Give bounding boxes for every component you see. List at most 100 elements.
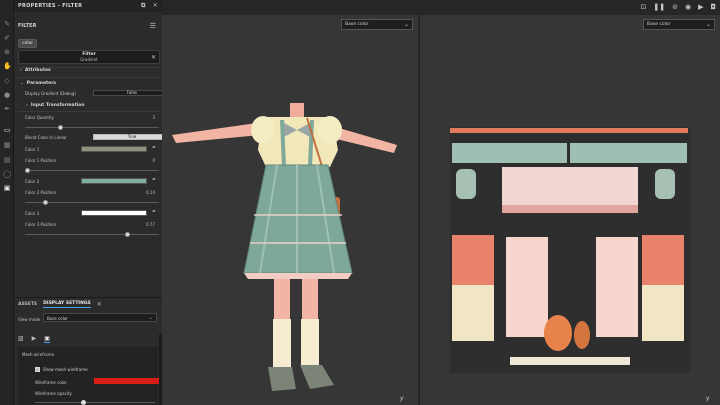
color-3-position-slider[interactable]	[25, 232, 159, 237]
color-2-position-slider[interactable]	[25, 200, 159, 205]
app-window: ✎ ✐ ⊕ ✋ ◇ ● ✒ ▭ ▦ ▤ ◯ ▣ PROPERTIES - FIL…	[0, 0, 720, 405]
channel-chip[interactable]: color	[18, 39, 38, 48]
viewer-icon[interactable]: ▣	[44, 335, 50, 343]
show-mesh-wireframe-label: Show mesh wireframe	[43, 367, 88, 372]
color-1-swatch[interactable]	[81, 146, 147, 152]
divider	[18, 111, 160, 112]
menu-icon[interactable]: ☰	[150, 22, 156, 30]
section-input-transformation[interactable]: › Input Transformation	[26, 103, 85, 108]
eyedropper-icon[interactable]: ✒	[152, 145, 156, 151]
color-3-swatch[interactable]	[81, 210, 147, 216]
display-settings-panel: ASSETS DISPLAY SETTINGS ✕ View mode Base…	[14, 297, 162, 405]
close-icon[interactable]: ✕	[153, 2, 158, 10]
filter-resource[interactable]: Filter Gradient ✕	[18, 50, 160, 64]
display-icon[interactable]: ⊡	[640, 3, 646, 11]
properties-panel: PROPERTIES - FILTER ⧉ ✕ FILTER ☰ color F…	[14, 0, 171, 297]
display-gradient-label: Display Gradient (Debug)	[25, 91, 76, 96]
undock-icon[interactable]: ⧉	[141, 2, 146, 10]
fill-icon[interactable]: ▤	[3, 156, 11, 164]
color-2-position-label: Color 2 Position	[25, 190, 57, 195]
section-attributes[interactable]: › Attributes	[20, 68, 51, 73]
slider-knob[interactable]	[25, 168, 30, 173]
chevron-right-icon: ›	[26, 103, 28, 108]
left-toolbar: ✎ ✐ ⊕ ✋ ◇ ● ✒ ▭ ▦ ▤ ◯ ▣	[0, 0, 14, 405]
layers-icon[interactable]: ▭	[3, 126, 11, 134]
color-3-label: Color 3	[25, 211, 40, 216]
pause-icon[interactable]: ❚❚	[653, 3, 665, 11]
slider-knob[interactable]	[43, 200, 49, 205]
environment-icon[interactable]: ▨	[18, 335, 24, 343]
remove-filter-icon[interactable]: ✕	[151, 54, 156, 61]
viewport-2d-channel-value: Base color	[647, 22, 671, 27]
bottom-tabs: ASSETS DISPLAY SETTINGS ✕	[14, 298, 162, 310]
wireframe-opacity-slider[interactable]	[35, 400, 155, 405]
pen-icon[interactable]: ✐	[3, 34, 11, 42]
slider-knob[interactable]	[125, 232, 131, 237]
viewport-toolbar: ⊡ ❚❚ ⊘ ◉ ▶ ◘	[162, 0, 720, 15]
video-icon[interactable]: ▶	[698, 3, 703, 11]
view-mode-label: View mode	[18, 317, 41, 322]
viewport-3d-channel-select[interactable]: Base color ⌄	[341, 19, 413, 30]
show-mesh-wireframe-checkbox[interactable]: ✓ Show mesh wireframe	[35, 367, 88, 372]
document-icon[interactable]: ▣	[3, 184, 11, 192]
slider-knob[interactable]	[81, 400, 87, 405]
section-label: Input Transformation	[30, 103, 85, 108]
color-2-swatch[interactable]	[81, 178, 147, 184]
brush-icon[interactable]: ✎	[3, 20, 11, 28]
eyedropper-icon[interactable]: ✒	[152, 177, 156, 183]
view-mode-select[interactable]: Base color ⌄	[43, 313, 157, 322]
section-parameters[interactable]: ⌄ Parameters	[20, 81, 56, 86]
section-label: Parameters	[26, 81, 57, 86]
wireframe-opacity-label: Wireframe opacity	[35, 391, 72, 396]
divider	[18, 77, 160, 78]
tab-assets[interactable]: ASSETS	[18, 302, 37, 307]
wireframe-color-label: Wireframe color	[35, 380, 67, 385]
tab-display-settings[interactable]: DISPLAY SETTINGS	[43, 301, 91, 308]
viewport-3d[interactable]: Base color ⌄ y	[162, 15, 418, 405]
material-icon[interactable]: ◉	[685, 3, 691, 11]
clone-icon[interactable]: ⊕	[3, 48, 11, 56]
filter-heading: FILTER	[18, 23, 37, 29]
axis-label: y	[706, 395, 710, 402]
color-1-label: Color 1	[25, 147, 40, 152]
viewport-2d[interactable]: Base color ⌄ y	[420, 15, 720, 405]
smudge-icon[interactable]: ✋	[3, 62, 12, 70]
axis-label: y	[400, 395, 404, 402]
blend-linear-toggle[interactable]: True	[93, 134, 171, 140]
uv-texture-map	[450, 127, 690, 373]
mesh-wireframe-group: Mesh wireframe ✓ Show mesh wireframe Wir…	[18, 347, 160, 405]
blend-linear-label: Blend Color In Linear	[25, 135, 67, 140]
view-mode-value: Base color	[47, 316, 68, 321]
project-icon[interactable]: ▦	[3, 141, 11, 149]
close-tab-icon[interactable]: ✕	[97, 301, 102, 308]
color-1-position-value: 0	[152, 158, 155, 163]
color-1-position-label: Color 1 Position	[25, 158, 57, 163]
color-1-position-slider[interactable]	[25, 168, 159, 173]
filter-box-name: Gradient	[80, 57, 98, 62]
chevron-down-icon: ⌄	[705, 21, 711, 28]
filter-heading-row: FILTER ☰	[18, 22, 156, 30]
person-icon[interactable]: ●	[3, 91, 11, 99]
section-label: Attributes	[24, 68, 51, 73]
character-model	[172, 103, 397, 391]
color-quantity-slider[interactable]	[25, 125, 159, 130]
color-2-position-value: 0.14	[146, 190, 155, 195]
checkmark-icon: ✓	[35, 367, 40, 372]
display-gradient-toggle[interactable]: False	[93, 90, 171, 96]
camera-icon[interactable]: ▶	[32, 335, 37, 343]
slider-knob[interactable]	[57, 125, 63, 130]
picker-icon[interactable]: ✒	[3, 105, 11, 113]
panel-title: PROPERTIES - FILTER	[18, 3, 83, 9]
symmetry-icon[interactable]: ⊘	[672, 3, 678, 11]
eyedropper-icon[interactable]: ✒	[152, 209, 156, 215]
mesh-wireframe-title: Mesh wireframe	[22, 352, 55, 357]
viewport-2d-channel-select[interactable]: Base color ⌄	[643, 19, 715, 30]
viewport-tool-icons: ⊡ ❚❚ ⊘ ◉ ▶ ◘	[640, 3, 716, 11]
wireframe-color-swatch[interactable]	[94, 378, 160, 384]
chevron-right-icon: ›	[20, 68, 22, 73]
eraser-icon[interactable]: ◇	[3, 77, 11, 85]
panel-header: PROPERTIES - FILTER ⧉ ✕	[14, 0, 162, 12]
screenshot-icon[interactable]: ◘	[710, 3, 716, 11]
color-quantity-label: Color Quantity	[25, 115, 54, 120]
bake-icon[interactable]: ◯	[3, 170, 11, 178]
